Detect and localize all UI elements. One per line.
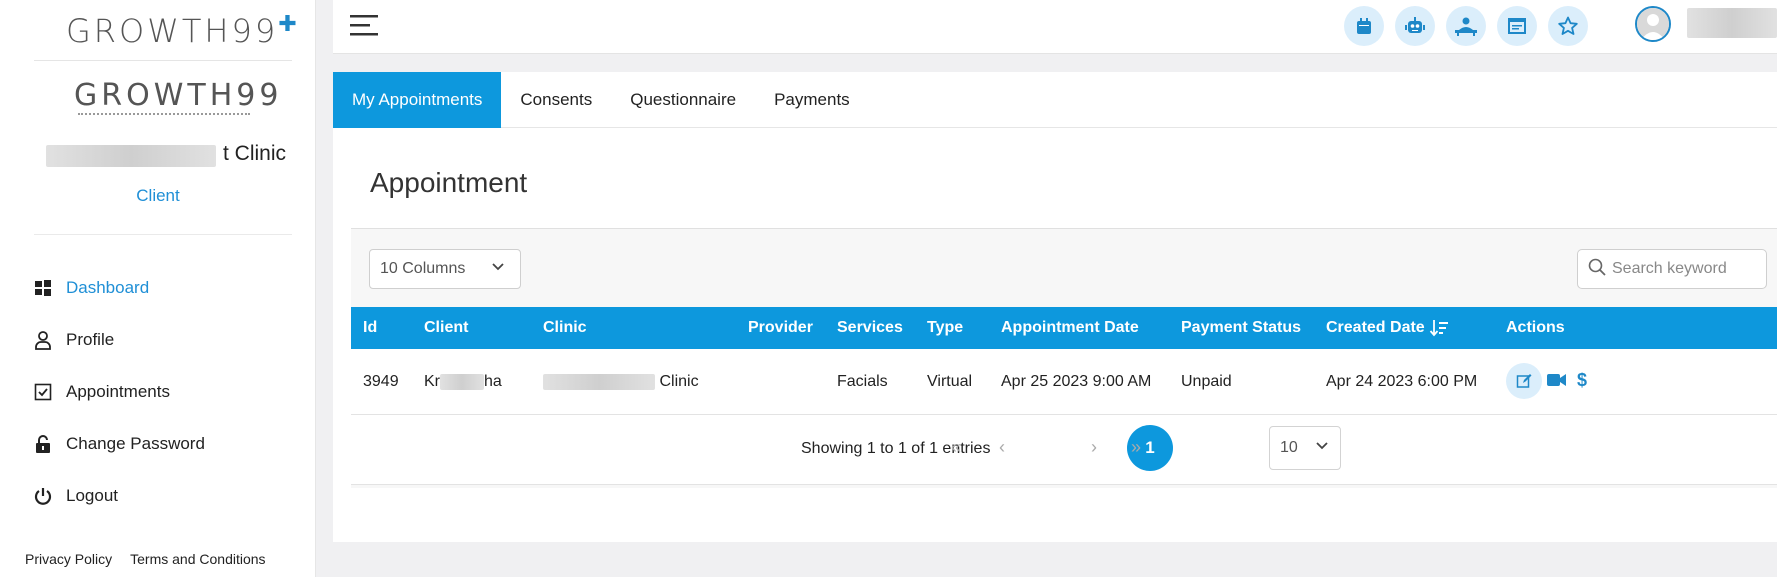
next-page-button[interactable]: › [1091, 437, 1097, 458]
tab-my-appointments[interactable]: My Appointments [333, 72, 502, 128]
sidebar-footer: Privacy Policy Terms and Conditions [25, 551, 266, 567]
user-icon [28, 330, 58, 350]
sidebar-item-label: Dashboard [66, 278, 150, 297]
tab-questionnaire[interactable]: Questionnaire [611, 72, 755, 128]
search-input[interactable] [1612, 260, 1752, 278]
column-header-client[interactable]: Client [424, 319, 468, 337]
column-header-payment-status[interactable]: Payment Status [1181, 319, 1301, 337]
calendar-icon[interactable] [1344, 6, 1384, 46]
user-role: Client [136, 186, 180, 205]
windows-icon [28, 279, 58, 297]
column-header-id[interactable]: Id [363, 319, 377, 337]
divider [34, 234, 292, 235]
search-field[interactable] [1577, 249, 1767, 289]
pagination: Showing 1 to 1 of 1 entries « ‹ 1 › » 10 [351, 415, 1777, 485]
search-icon [1588, 258, 1606, 281]
page-title: Appointment [370, 167, 528, 198]
sidebar-item-profile[interactable]: Profile [28, 314, 205, 366]
video-call-icon[interactable] [1547, 373, 1567, 392]
redacted-text [543, 373, 655, 390]
tab-payments[interactable]: Payments [755, 72, 869, 128]
avatar[interactable] [1635, 6, 1671, 42]
client-name-end: ha [484, 373, 502, 390]
last-page-button[interactable]: » [1131, 437, 1141, 458]
cell-created-date: Apr 24 2023 6:00 PM [1326, 373, 1478, 390]
redacted-text [440, 373, 484, 390]
sidebar-item-label: Logout [66, 486, 118, 505]
client-name-start: Kr [424, 373, 440, 390]
column-header-provider[interactable]: Provider [748, 319, 813, 337]
page-size-value: 10 [1280, 439, 1298, 456]
cell-clinic: Clinic [543, 373, 699, 391]
column-header-clinic[interactable]: Clinic [543, 319, 587, 337]
clinic-name-end: Clinic [659, 373, 699, 390]
plus-icon: ✚ [278, 12, 300, 37]
hamburger-menu-button[interactable] [350, 12, 380, 43]
terms-link[interactable]: Terms and Conditions [130, 551, 265, 567]
redacted-username [1687, 8, 1777, 38]
checkbox-icon [28, 383, 58, 401]
tab-bar: My Appointments Consents Questionnaire P… [333, 72, 1777, 128]
main-content: My Appointments Consents Questionnaire P… [333, 72, 1777, 542]
column-header-actions: Actions [1506, 319, 1565, 336]
table-row: 3949 Kr ha Clinic Facials Virtual Apr 25 … [351, 349, 1777, 415]
brand-logo[interactable]: GROWTH99✚ [66, 12, 300, 50]
clinic-logo-text: GROWTH99 [74, 78, 283, 113]
sidebar-item-logout[interactable]: Logout [28, 470, 205, 522]
sort-descending-icon[interactable] [1429, 318, 1449, 343]
browser-icon[interactable] [1497, 6, 1537, 46]
sidebar-item-dashboard[interactable]: Dashboard [28, 262, 205, 314]
redacted-text [46, 145, 216, 167]
brand-logo-text: GROWTH99 [66, 12, 279, 50]
sidebar-item-label: Profile [66, 330, 115, 349]
clinic-name-text: t Clinic [222, 142, 286, 165]
column-header-services[interactable]: Services [837, 319, 903, 337]
robot-icon[interactable] [1395, 6, 1435, 46]
clinic-logo: GROWTH99 [74, 78, 282, 113]
cell-id: 3949 [363, 373, 399, 390]
chevron-down-icon [490, 259, 506, 280]
topbar [333, 0, 1777, 54]
lock-icon [28, 434, 58, 454]
column-header-created-date[interactable]: Created Date [1326, 319, 1425, 337]
sidebar-item-label: Appointments [66, 382, 170, 401]
sidebar-item-label: Change Password [66, 434, 205, 453]
cell-type: Virtual [927, 373, 973, 390]
payment-button[interactable]: $ [1577, 370, 1587, 391]
prev-page-button[interactable]: ‹ [999, 437, 1005, 458]
edit-button[interactable] [1506, 363, 1542, 399]
page-size-select[interactable]: 10 [1269, 426, 1341, 470]
clinic-name: t Clinic [46, 142, 286, 167]
cell-payment-status: Unpaid [1181, 373, 1232, 390]
edit-icon [1516, 374, 1532, 388]
chevron-down-icon [1314, 438, 1330, 459]
star-icon[interactable] [1548, 6, 1588, 46]
pagination-summary: Showing 1 to 1 of 1 entries [801, 440, 991, 457]
columns-dropdown[interactable]: 10 Columns [369, 249, 521, 289]
divider [34, 60, 292, 61]
cell-client: Kr ha [424, 373, 502, 391]
first-page-button[interactable]: « [951, 437, 961, 458]
power-icon [28, 486, 58, 506]
columns-dropdown-label: 10 Columns [380, 260, 466, 277]
column-header-appointment-date[interactable]: Appointment Date [1001, 319, 1139, 337]
tab-consents[interactable]: Consents [501, 72, 611, 128]
sidebar-nav: Dashboard Profile Appointments Change Pa… [28, 262, 205, 522]
cell-appointment-date: Apr 25 2023 9:00 AM [1001, 373, 1152, 390]
appointments-table-panel: 10 Columns Id Client Clinic Provider Ser… [351, 228, 1777, 488]
sidebar-item-appointments[interactable]: Appointments [28, 366, 205, 418]
cell-services: Facials [837, 373, 888, 390]
sidebar: GROWTH99✚ GROWTH99 t Clinic Client Dashb… [0, 0, 316, 577]
column-header-type[interactable]: Type [927, 319, 963, 337]
table-header: Id Client Clinic Provider Services Type … [351, 307, 1777, 349]
privacy-policy-link[interactable]: Privacy Policy [25, 551, 112, 567]
sidebar-item-change-password[interactable]: Change Password [28, 418, 205, 470]
doctor-icon[interactable] [1446, 6, 1486, 46]
clinic-logo-tagline [78, 113, 250, 116]
